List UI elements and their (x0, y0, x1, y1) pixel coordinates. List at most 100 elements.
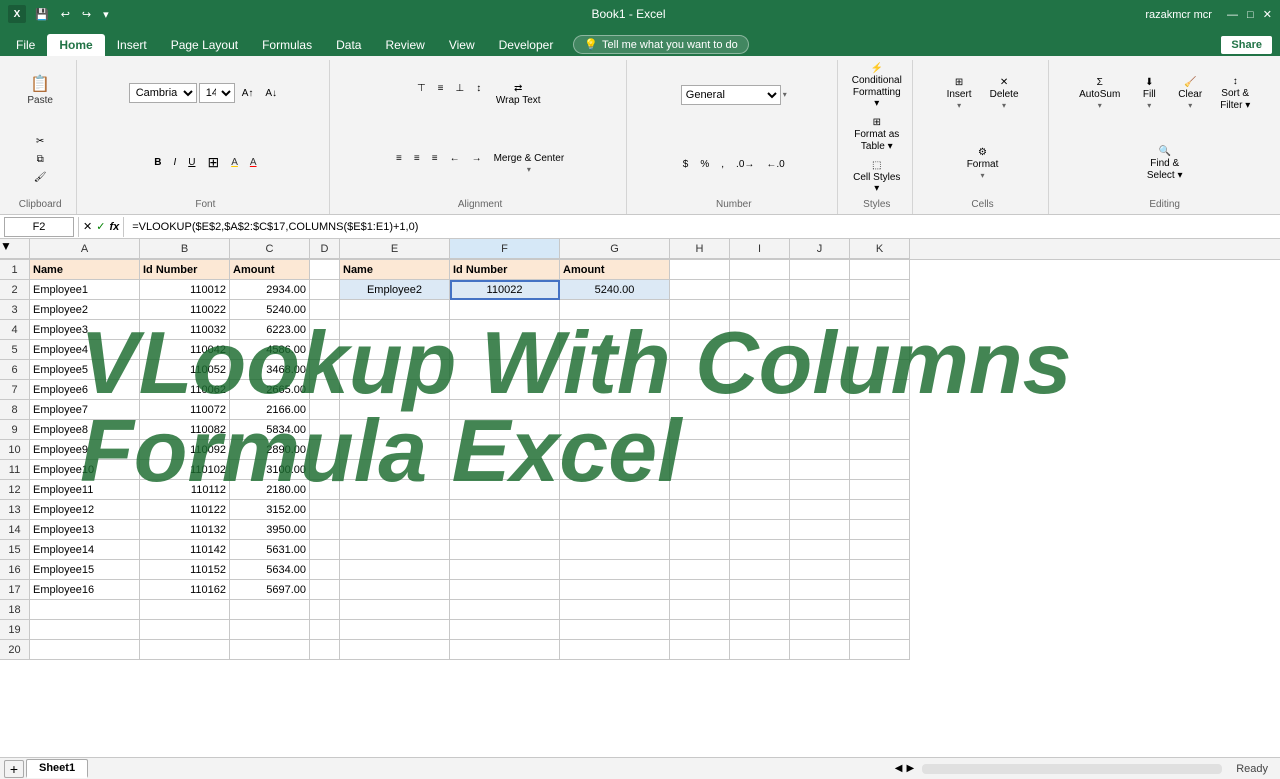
cell-G2[interactable]: 5240.00 (560, 280, 670, 300)
cell-E3[interactable] (340, 300, 450, 320)
redo-button[interactable]: ↪ (79, 6, 94, 23)
horizontal-scrollbar[interactable] (922, 764, 1222, 774)
cell-J1[interactable] (790, 260, 850, 280)
formula-input[interactable] (128, 221, 1276, 233)
cell-A14[interactable]: Employee13 (30, 520, 140, 540)
tab-insert[interactable]: Insert (105, 34, 159, 56)
font-name-select[interactable]: Cambria (129, 83, 197, 103)
cell-J2[interactable] (790, 280, 850, 300)
cell-D1[interactable] (310, 260, 340, 280)
col-header-G[interactable]: G (560, 239, 670, 259)
left-align-button[interactable]: ≡ (391, 150, 407, 177)
cell-B7[interactable]: 110062 (140, 380, 230, 400)
col-header-E[interactable]: E (340, 239, 450, 259)
cell-C7[interactable]: 2665.00 (230, 380, 310, 400)
cell-F3[interactable] (450, 300, 560, 320)
text-direction-button[interactable]: ↕ (471, 80, 486, 109)
row-header-18[interactable]: 18 (0, 600, 30, 620)
col-header-H[interactable]: H (670, 239, 730, 259)
cell-B17[interactable]: 110162 (140, 580, 230, 600)
cell-C8[interactable]: 2166.00 (230, 400, 310, 420)
cell-A1[interactable]: Name (30, 260, 140, 280)
tab-developer[interactable]: Developer (487, 34, 566, 56)
row-header-3[interactable]: 3 (0, 300, 30, 320)
clear-button[interactable]: 🧹 Clear ▾ (1171, 72, 1209, 115)
cell-C13[interactable]: 3152.00 (230, 500, 310, 520)
row-header-6[interactable]: 6 (0, 360, 30, 380)
cell-B10[interactable]: 110092 (140, 440, 230, 460)
borders-button[interactable]: ⊞ (202, 151, 224, 174)
comma-button[interactable]: , (716, 156, 729, 173)
font-color-button[interactable]: A (245, 154, 262, 171)
cell-A7[interactable]: Employee6 (30, 380, 140, 400)
cell-C5[interactable]: 4586.00 (230, 340, 310, 360)
sort-filter-button[interactable]: ↕ Sort & Filter ▾ (1213, 71, 1257, 116)
bold-button[interactable]: B (149, 154, 166, 171)
cell-E2[interactable]: Employee2 (340, 280, 450, 300)
col-header-I[interactable]: I (730, 239, 790, 259)
row-header-13[interactable]: 13 (0, 500, 30, 520)
format-cells-button[interactable]: ⚙ Format ▾ (960, 142, 1006, 185)
cell-A17[interactable]: Employee16 (30, 580, 140, 600)
cell-B4[interactable]: 110032 (140, 320, 230, 340)
row-header-10[interactable]: 10 (0, 440, 30, 460)
copy-button[interactable]: ⧉ (29, 151, 52, 168)
col-header-F[interactable]: F (450, 239, 560, 259)
tab-formulas[interactable]: Formulas (250, 34, 324, 56)
decrease-decimal-button[interactable]: ←.0 (761, 156, 789, 173)
row-header-2[interactable]: 2 (0, 280, 30, 300)
cell-D2[interactable] (310, 280, 340, 300)
fill-button[interactable]: ⬇ Fill ▾ (1131, 72, 1167, 115)
undo-button[interactable]: ↩ (58, 6, 73, 23)
row-header-17[interactable]: 17 (0, 580, 30, 600)
tab-data[interactable]: Data (324, 34, 373, 56)
cell-F2[interactable]: 110022 (450, 280, 560, 300)
cell-A4[interactable]: Employee3 (30, 320, 140, 340)
col-header-K[interactable]: K (850, 239, 910, 259)
tab-view[interactable]: View (437, 34, 487, 56)
row-header-14[interactable]: 14 (0, 520, 30, 540)
cell-B12[interactable]: 110112 (140, 480, 230, 500)
cell-B16[interactable]: 110152 (140, 560, 230, 580)
increase-indent-button[interactable]: → (467, 150, 487, 177)
middle-align-button[interactable]: ≡ (433, 80, 449, 109)
col-header-J[interactable]: J (790, 239, 850, 259)
cell-A2[interactable]: Employee1 (30, 280, 140, 300)
cell-C17[interactable]: 5697.00 (230, 580, 310, 600)
row-header-5[interactable]: 5 (0, 340, 30, 360)
underline-button[interactable]: U (183, 154, 200, 171)
delete-cells-button[interactable]: ✕ Delete ▾ (983, 72, 1026, 115)
cell-A16[interactable]: Employee15 (30, 560, 140, 580)
center-align-button[interactable]: ≡ (409, 150, 425, 177)
cell-G1[interactable]: Amount (560, 260, 670, 280)
cell-C1[interactable]: Amount (230, 260, 310, 280)
cell-A13[interactable]: Employee12 (30, 500, 140, 520)
share-button[interactable]: Share (1221, 36, 1272, 54)
cell-C6[interactable]: 3468.00 (230, 360, 310, 380)
cell-A5[interactable]: Employee4 (30, 340, 140, 360)
col-header-B[interactable]: B (140, 239, 230, 259)
sheet-tab-sheet1[interactable]: Sheet1 (26, 759, 88, 778)
right-align-button[interactable]: ≡ (427, 150, 443, 177)
cell-C12[interactable]: 2180.00 (230, 480, 310, 500)
conditional-formatting-button[interactable]: ⚡ Conditional Formatting ▾ (847, 60, 907, 112)
merge-center-button[interactable]: Merge & Center ▾ (489, 150, 570, 177)
cell-A3[interactable]: Employee2 (30, 300, 140, 320)
cell-H1[interactable] (670, 260, 730, 280)
cell-C4[interactable]: 6223.00 (230, 320, 310, 340)
save-button[interactable]: 💾 (32, 6, 52, 23)
customize-quick-access[interactable]: ▾ (100, 6, 112, 23)
cell-B15[interactable]: 110142 (140, 540, 230, 560)
increase-font-button[interactable]: A↑ (237, 85, 259, 102)
cell-C16[interactable]: 5634.00 (230, 560, 310, 580)
top-align-button[interactable]: ⊤ (412, 80, 431, 109)
font-size-select[interactable]: 14 (199, 83, 235, 103)
tab-file[interactable]: File (4, 34, 47, 56)
cell-C2[interactable]: 2934.00 (230, 280, 310, 300)
function-wizard-button[interactable]: fx (109, 220, 119, 233)
cell-K1[interactable] (850, 260, 910, 280)
cell-B13[interactable]: 110122 (140, 500, 230, 520)
cell-I1[interactable] (730, 260, 790, 280)
decrease-font-button[interactable]: A↓ (260, 85, 282, 102)
cell-G3[interactable] (560, 300, 670, 320)
